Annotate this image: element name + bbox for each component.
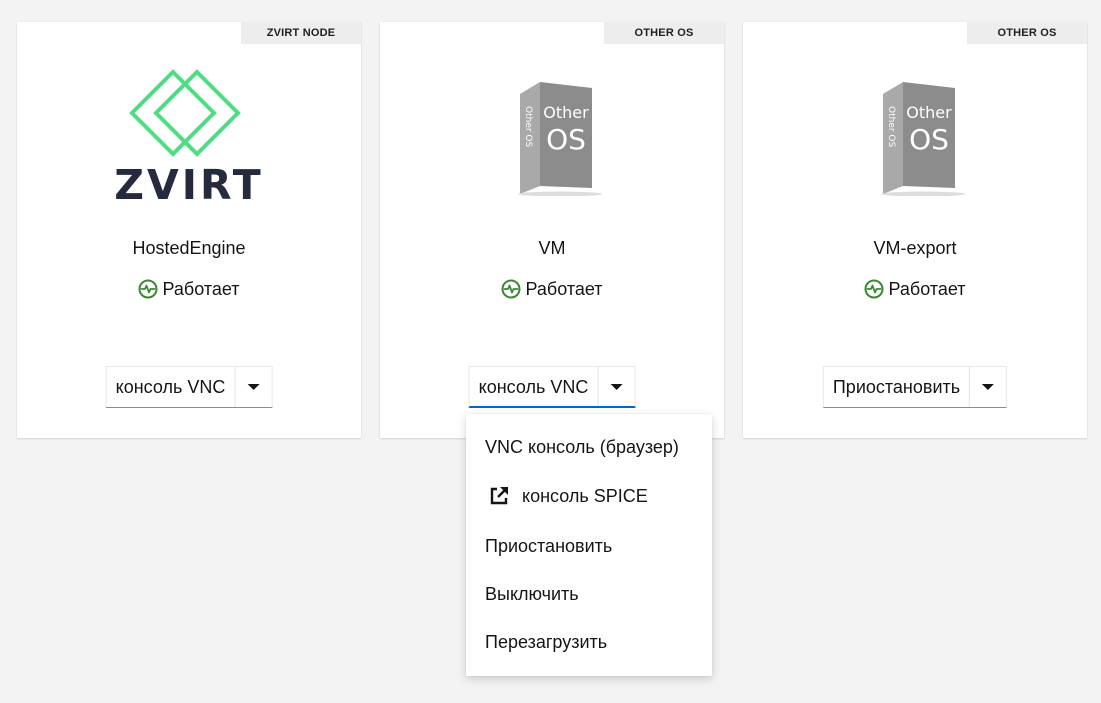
suspend-split-button: Приостановить xyxy=(822,366,1008,408)
vm-name: VM xyxy=(538,238,566,258)
vm-status-label: Работает xyxy=(162,279,240,299)
console-actions-menu: VNC консоль (браузер) консоль SPICE Прио… xyxy=(466,414,712,676)
console-vnc-button[interactable]: консоль VNC xyxy=(107,367,235,407)
caret-down-icon xyxy=(982,384,995,390)
actions-dropdown-toggle[interactable] xyxy=(234,367,271,407)
actions-dropdown-toggle[interactable] xyxy=(597,367,634,406)
menu-item-suspend[interactable]: Приостановить xyxy=(485,534,612,558)
zvirt-logo-text: ZVIRT xyxy=(114,161,263,206)
console-split-button: консоль VNC xyxy=(468,366,636,408)
menu-item-reboot[interactable]: Перезагрузить xyxy=(485,630,607,654)
external-link-icon xyxy=(490,487,508,505)
vm-card-vm-export[interactable]: OTHER OS Other OS Other OS VM-export Раб… xyxy=(743,22,1087,438)
svg-text:Other: Other xyxy=(543,103,589,122)
menu-item-spice-console[interactable]: консоль SPICE xyxy=(488,484,648,508)
vm-name: VM-export xyxy=(873,238,957,258)
svg-text:Other OS: Other OS xyxy=(886,106,896,147)
menu-item-vnc-browser[interactable]: VNC консоль (браузер) xyxy=(485,435,679,459)
vm-status: Работает xyxy=(380,277,724,301)
menu-item-shutdown[interactable]: Выключить xyxy=(485,582,579,606)
suspend-button[interactable]: Приостановить xyxy=(824,367,969,407)
heartbeat-icon xyxy=(138,279,158,299)
svg-text:OS: OS xyxy=(546,123,586,156)
vm-status: Работает xyxy=(17,277,361,301)
other-os-box-icon: Other OS Other OS xyxy=(380,70,724,202)
os-badge: OTHER OS xyxy=(967,22,1087,44)
svg-text:Other OS: Other OS xyxy=(523,106,533,147)
console-vnc-button[interactable]: консоль VNC xyxy=(470,367,598,406)
heartbeat-icon xyxy=(501,279,521,299)
vm-status: Работает xyxy=(743,277,1087,301)
vm-status-label: Работает xyxy=(525,279,603,299)
caret-down-icon xyxy=(247,384,260,390)
caret-down-icon xyxy=(610,383,623,390)
vm-card-vm[interactable]: OTHER OS Other OS Other OS VM Работает к… xyxy=(380,22,724,438)
console-split-button: консоль VNC xyxy=(105,366,273,408)
other-os-box-icon: Other OS Other OS xyxy=(743,70,1087,202)
menu-item-label: консоль SPICE xyxy=(522,486,648,506)
vm-status-label: Работает xyxy=(888,279,966,299)
vm-card-hostedengine[interactable]: ZVIRT NODE ZVIRT HostedEngine Работает к… xyxy=(17,22,361,438)
svg-text:Other: Other xyxy=(906,103,952,122)
actions-dropdown-toggle[interactable] xyxy=(969,367,1006,407)
svg-text:OS: OS xyxy=(909,123,949,156)
os-badge: OTHER OS xyxy=(604,22,724,44)
zvirt-logo: ZVIRT xyxy=(17,69,361,206)
vm-name: HostedEngine xyxy=(132,238,246,258)
os-badge: ZVIRT NODE xyxy=(241,22,361,44)
heartbeat-icon xyxy=(864,279,884,299)
